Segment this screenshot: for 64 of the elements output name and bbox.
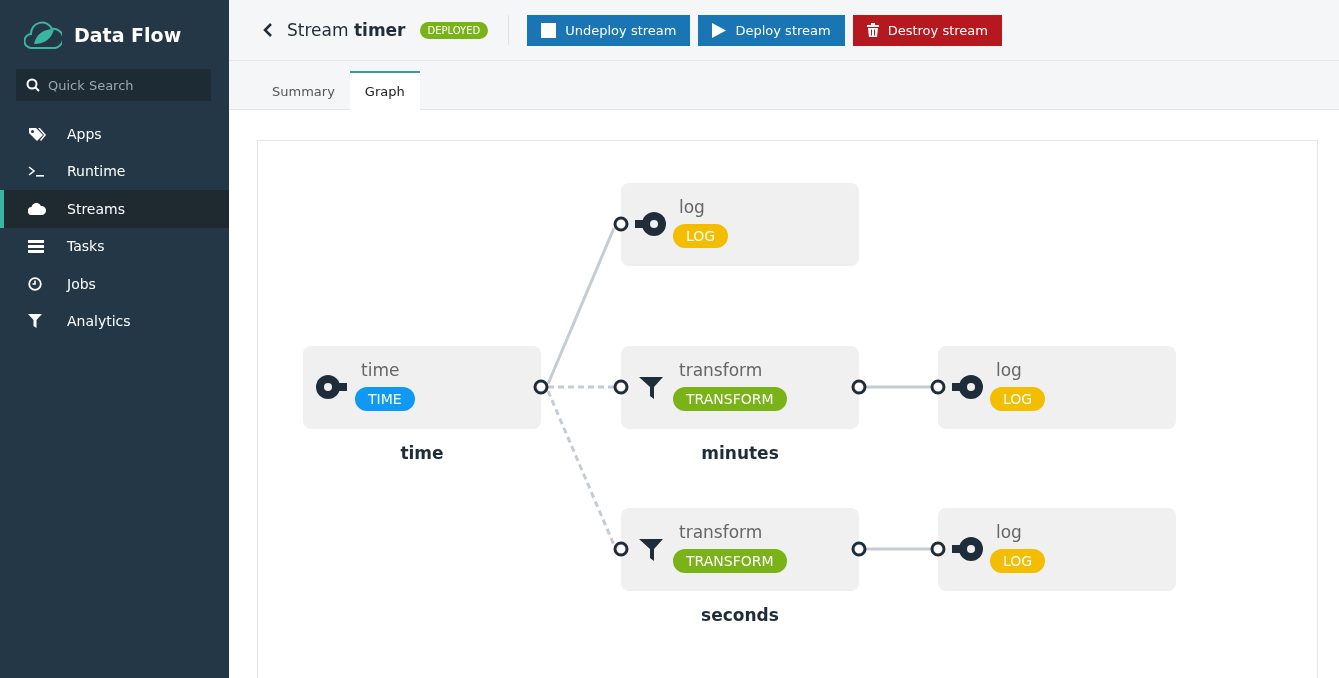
sidebar-item[interactable]: Analytics xyxy=(0,302,229,340)
sink-icon xyxy=(633,211,667,237)
undeploy-button[interactable]: Undeploy stream xyxy=(527,14,691,46)
sidebar-item[interactable]: Runtime xyxy=(0,152,229,190)
connector-line xyxy=(866,385,931,389)
stream-name: minutes xyxy=(701,443,779,463)
connector-line xyxy=(866,547,931,551)
destroy-button[interactable]: Destroy stream xyxy=(852,14,1002,46)
port-icon[interactable] xyxy=(613,216,629,232)
sidebar-item[interactable]: Tasks xyxy=(0,227,229,265)
stream-name: seconds xyxy=(701,605,779,625)
play-icon xyxy=(712,22,727,38)
sink-icon xyxy=(950,536,984,562)
port-icon[interactable] xyxy=(613,541,629,557)
port-icon[interactable] xyxy=(930,541,946,557)
trash-icon xyxy=(866,23,879,37)
app-node[interactable]: log LOG xyxy=(621,183,859,266)
app-name: log xyxy=(996,522,1022,542)
logo-icon xyxy=(24,20,62,50)
funnel-icon xyxy=(28,314,42,329)
deploy-button[interactable]: Deploy stream xyxy=(698,14,845,46)
app-node[interactable]: transform TRANSFORM xyxy=(621,346,859,429)
funnel-icon xyxy=(639,538,663,562)
app-type-badge: LOG xyxy=(990,387,1046,411)
back-icon[interactable] xyxy=(263,23,273,37)
brand-title: Data Flow xyxy=(74,24,182,46)
source-icon xyxy=(315,374,349,400)
app-type-badge: TIME xyxy=(355,387,415,411)
terminal-icon xyxy=(28,165,46,178)
funnel-icon xyxy=(639,376,663,400)
app-type-badge: TRANSFORM xyxy=(673,549,787,573)
port-icon[interactable] xyxy=(851,379,867,395)
app-type-badge: LOG xyxy=(990,549,1046,573)
search-icon xyxy=(26,78,40,92)
app-node[interactable]: log LOG xyxy=(938,508,1176,591)
port-icon[interactable] xyxy=(613,379,629,395)
search-field[interactable]: Quick Search xyxy=(16,69,211,101)
app-name: log xyxy=(996,360,1022,380)
sink-icon xyxy=(950,374,984,400)
list-icon xyxy=(28,239,44,253)
app-name: transform xyxy=(679,360,763,380)
app-node[interactable]: transform TRANSFORM xyxy=(621,508,859,591)
clock-icon xyxy=(28,276,42,291)
tags-icon xyxy=(28,126,46,141)
port-icon[interactable] xyxy=(930,379,946,395)
app-type-badge: LOG xyxy=(673,224,729,248)
app-node[interactable]: log LOG xyxy=(938,346,1176,429)
app-name: log xyxy=(679,197,705,217)
port-icon[interactable] xyxy=(851,541,867,557)
app-name: time xyxy=(361,360,400,380)
stream-name: time xyxy=(400,443,444,463)
sidebar-item[interactable]: Streams xyxy=(0,190,229,228)
sidebar-item[interactable]: Jobs xyxy=(0,265,229,303)
port-icon[interactable] xyxy=(533,379,549,395)
app-name: transform xyxy=(679,522,763,542)
sidebar-item[interactable]: Apps xyxy=(0,115,229,153)
cloud-icon xyxy=(28,202,46,215)
app-type-badge: TRANSFORM xyxy=(673,387,787,411)
app-node[interactable]: time TIME xyxy=(303,346,541,429)
tab[interactable]: Graph xyxy=(349,71,420,110)
status-badge: DEPLOYED xyxy=(419,21,489,39)
stop-icon xyxy=(541,22,557,38)
tab[interactable]: Summary xyxy=(257,71,350,109)
stream-title: Stream timer xyxy=(287,20,406,40)
